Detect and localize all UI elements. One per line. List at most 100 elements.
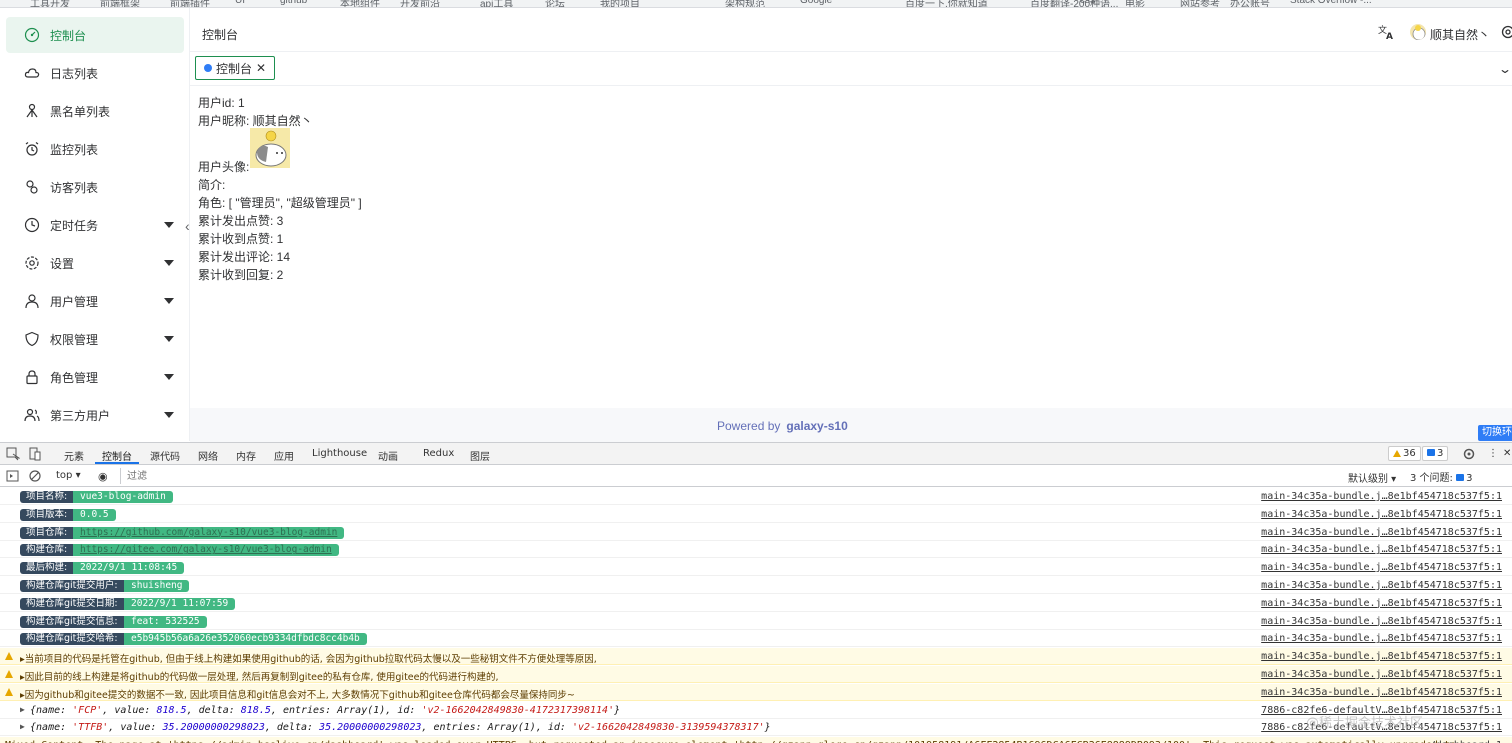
- context-select[interactable]: top ▾: [56, 470, 81, 481]
- source-link[interactable]: main-34c35a-bundle.j…8e1bf454718c537f5:1: [1261, 527, 1502, 538]
- messages-badge[interactable]: 3: [1422, 446, 1449, 461]
- devtools-tab[interactable]: 图层: [470, 448, 490, 463]
- source-link[interactable]: main-34c35a-bundle.j…8e1bf454718c537f5:1: [1261, 633, 1502, 644]
- sidebar-item-0[interactable]: 控制台: [6, 17, 184, 53]
- source-link[interactable]: main-34c35a-bundle.j…8e1bf454718c537f5:1: [1261, 598, 1502, 609]
- bookmark-item[interactable]: 办公账号: [1230, 0, 1270, 7]
- bookmark-item[interactable]: 我的项目: [600, 0, 640, 7]
- source-link[interactable]: main-34c35a-bundle.j…8e1bf454718c537f5:1: [1261, 491, 1502, 502]
- gear-icon[interactable]: [1500, 24, 1512, 40]
- bookmark-item[interactable]: css: [1080, 0, 1095, 6]
- obj-id: 'v2-1662042849830-3139594378317': [571, 722, 765, 734]
- console-warning-row[interactable]: ▸因为github和gitee提交的数据不一致, 因此项目信息和git信息会对不…: [0, 683, 1512, 701]
- bookmark-item[interactable]: 前端框架: [100, 0, 140, 7]
- source-link[interactable]: main-34c35a-bundle.j…8e1bf454718c537f5:1: [1261, 687, 1502, 698]
- devtools-tab[interactable]: Redux: [423, 448, 454, 459]
- obj-name: 'TTFB': [72, 722, 109, 734]
- bookmark-item[interactable]: api工具: [480, 0, 513, 7]
- source-link[interactable]: main-34c35a-bundle.j…8e1bf454718c537f5:1: [1261, 580, 1502, 591]
- bookmark-item[interactable]: github: [280, 0, 307, 6]
- bookmark-item[interactable]: 本地组件: [340, 0, 380, 7]
- gear-icon[interactable]: [1462, 447, 1476, 461]
- devtools-tab[interactable]: 控制台: [102, 448, 132, 463]
- source-link[interactable]: main-34c35a-bundle.j…8e1bf454718c537f5:1: [1261, 544, 1502, 555]
- source-link[interactable]: main-34c35a-bundle.j…8e1bf454718c537f5:1: [1261, 509, 1502, 520]
- mixed-content-row: Mixed Content: The page at 'https://admi…: [0, 737, 1512, 743]
- console-filter-input[interactable]: [120, 468, 1342, 484]
- sidebar-item-label: 定时任务: [50, 218, 99, 233]
- active-dot-icon: [204, 64, 212, 72]
- bookmark-item[interactable]: 百度翻译-200种语...: [1030, 0, 1118, 7]
- bookmark-item[interactable]: 百度一下,你就知道: [905, 0, 988, 7]
- log-level-select[interactable]: 默认级别 ▾: [1348, 470, 1396, 485]
- source-link[interactable]: main-34c35a-bundle.j…8e1bf454718c537f5:1: [1261, 669, 1502, 680]
- sidebar-collapse-icon[interactable]: ‹: [185, 218, 195, 234]
- user-name[interactable]: 顺其自然丶: [1430, 26, 1490, 43]
- eye-icon[interactable]: ◉: [98, 470, 108, 483]
- source-link[interactable]: main-34c35a-bundle.j…8e1bf454718c537f5:1: [1261, 616, 1502, 627]
- sidebar-item-5[interactable]: 定时任务: [6, 207, 184, 243]
- bookmark-item[interactable]: 开发前沿: [400, 0, 440, 7]
- sidebar-item-4[interactable]: 访客列表: [6, 169, 184, 205]
- inspect-icon[interactable]: [6, 447, 20, 461]
- bookmark-item[interactable]: 工具开发: [30, 0, 70, 7]
- sidebar-item-1[interactable]: 日志列表: [6, 55, 184, 91]
- caret-down-icon: [164, 260, 174, 266]
- sidebar-item-6[interactable]: 设置: [6, 245, 184, 281]
- obj-entries: Array(1): [487, 722, 536, 734]
- console-object-row[interactable]: ▶ {name: 'FCP', value: 818.5, delta: 818.…: [0, 702, 1512, 719]
- sidebar-item-7[interactable]: 用户管理: [6, 283, 184, 319]
- sidebar-item-8[interactable]: 权限管理: [6, 321, 184, 357]
- close-icon[interactable]: ✕: [256, 61, 266, 75]
- expand-triangle-icon[interactable]: ▶: [20, 722, 25, 731]
- device-toolbar-icon[interactable]: [28, 447, 42, 461]
- warning-icon: [5, 687, 13, 696]
- sidebar-item-2[interactable]: 黑名单列表: [6, 93, 184, 129]
- close-devtools-icon[interactable]: ✕: [1503, 448, 1511, 459]
- devtools-tab[interactable]: 元素: [64, 448, 84, 463]
- avatar[interactable]: [1410, 24, 1426, 40]
- devtools-tab[interactable]: 网络: [198, 448, 218, 463]
- clear-console-icon[interactable]: [28, 469, 42, 483]
- devtools-tab[interactable]: 应用: [274, 448, 294, 463]
- tab-dashboard[interactable]: 控制台 ✕: [195, 56, 276, 80]
- bookmark-item[interactable]: 论坛: [545, 0, 565, 7]
- translate-icon[interactable]: 文 A: [1378, 24, 1396, 40]
- log-value[interactable]: https://github.com/galaxy-s10/vue3-blog-…: [73, 526, 345, 539]
- bookmark-item[interactable]: Stack Overflow -...: [1290, 0, 1372, 6]
- console-log-row: 最后构建: 2022/9/1 11:08:45 main-34c35a-bundle…: [0, 559, 1512, 577]
- sidebar-item-9[interactable]: 角色管理: [6, 359, 184, 395]
- warning-icon: [5, 670, 13, 678]
- log-value[interactable]: https://gitee.com/galaxy-s10/vue3-blog-a…: [73, 544, 339, 557]
- source-link[interactable]: main-34c35a-bundle.j…8e1bf454718c537f5:1: [1261, 651, 1502, 662]
- sidebar-item-3[interactable]: 监控列表: [6, 131, 184, 167]
- bookmark-item[interactable]: 网站参考: [1180, 0, 1220, 7]
- chevron-down-icon[interactable]: ⌄: [1498, 62, 1512, 76]
- console-object-row[interactable]: ▶ {name: 'TTFB', value: 35.20000000298023…: [0, 719, 1512, 737]
- powered-by-brand[interactable]: galaxy-s10: [786, 419, 847, 433]
- warnings-badge[interactable]: 36: [1388, 446, 1421, 461]
- devtools-tab[interactable]: 动画: [378, 448, 398, 463]
- sidebar-toggle-icon[interactable]: [6, 469, 20, 483]
- issues-button[interactable]: 3 个问题: 3: [1410, 469, 1472, 484]
- console-log-row: 构建仓库git提交哈希: e5b945b56a6a26e352060ecb9334…: [0, 630, 1512, 648]
- console-warning-row[interactable]: ▸因此目前的线上构建是将github的代码做一层处理, 然后再复制到gitee的…: [0, 666, 1512, 683]
- sidebar-item-10[interactable]: 第三方用户: [6, 397, 184, 433]
- devtools-tab[interactable]: 内存: [236, 448, 256, 463]
- expand-triangle-icon[interactable]: ▶: [20, 705, 25, 714]
- devtools-tab[interactable]: 源代码: [150, 448, 180, 463]
- bookmark-item[interactable]: Google: [800, 0, 832, 6]
- switch-env-button[interactable]: 切换环: [1478, 425, 1512, 441]
- console-log-row: 项目版本: 0.0.5 main-34c35a-bundle.j…8e1bf4547…: [0, 506, 1512, 523]
- log-value: 0.0.5: [73, 508, 116, 521]
- devtools-tab[interactable]: Lighthouse: [312, 448, 367, 459]
- source-link[interactable]: main-34c35a-bundle.j…8e1bf454718c537f5:1: [1261, 562, 1502, 573]
- bookmark-item[interactable]: UI: [235, 0, 245, 6]
- users-icon: [24, 407, 40, 423]
- bookmark-item[interactable]: 前端插件: [170, 0, 210, 7]
- bookmark-item[interactable]: 架构规范: [725, 0, 765, 7]
- log-key: 构建仓库git提交用户:: [20, 580, 124, 592]
- more-options-icon[interactable]: ⋮: [1488, 448, 1498, 459]
- bookmark-item[interactable]: 电影: [1125, 0, 1145, 7]
- console-warning-row[interactable]: ▸当前项目的代码是托管在github, 但由于线上构建如果使用github的话,…: [0, 648, 1512, 666]
